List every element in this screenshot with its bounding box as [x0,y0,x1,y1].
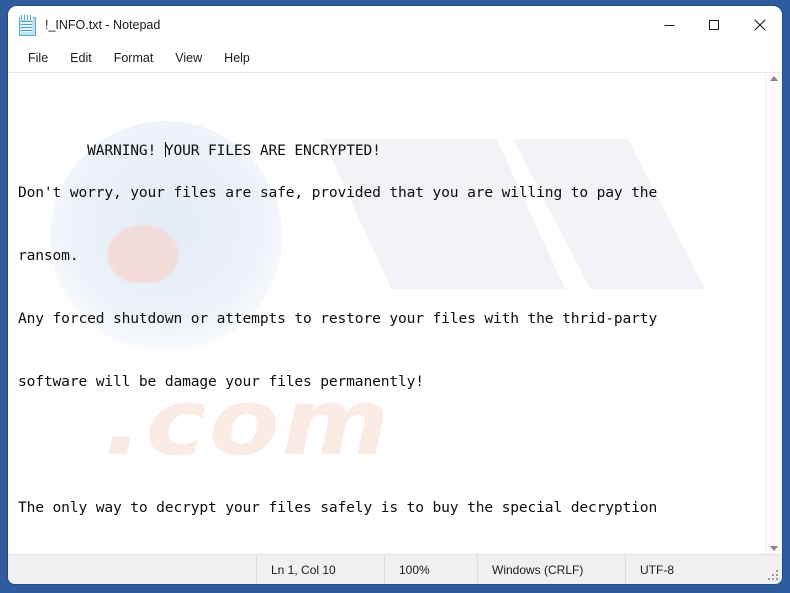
text-line: WARNING! YOUR FILES ARE ENCRYPTED! [18,119,765,159]
menu-item-edit[interactable]: Edit [59,48,103,69]
status-cursor-position: Ln 1, Col 10 [256,555,384,584]
resize-grip-icon[interactable] [768,570,779,581]
minimize-button[interactable] [647,6,692,44]
maximize-button[interactable] [692,6,737,44]
text-line: The only way to decrypt your files safel… [18,499,658,516]
scroll-down-icon[interactable] [770,546,778,551]
text-line-0-pre: WARNING! [87,142,165,159]
window-controls [647,6,782,44]
title-bar-left: !_INFO.txt - Notepad [8,15,161,36]
menu-item-view[interactable]: View [164,48,213,69]
close-button[interactable] [737,6,782,44]
window-title: !_INFO.txt - Notepad [45,18,161,32]
text-editor[interactable]: WARNING! YOUR FILES ARE ENCRYPTED! Don't… [8,73,765,554]
menu-item-format[interactable]: Format [103,48,165,69]
menu-item-file[interactable]: File [17,48,59,69]
text-line: ransom. [18,247,79,264]
status-spacer [8,555,256,584]
menu-item-help[interactable]: Help [213,48,261,69]
vertical-scrollbar[interactable] [765,73,782,554]
status-encoding[interactable]: UTF-8 [625,555,782,584]
status-line-ending[interactable]: Windows (CRLF) [477,555,625,584]
text-line-0-post: YOUR FILES ARE ENCRYPTED! [164,142,381,159]
title-bar[interactable]: !_INFO.txt - Notepad [8,6,782,44]
scroll-up-icon[interactable] [770,76,778,81]
text-line-blank [18,434,765,455]
notepad-icon [18,15,36,36]
text-line: Any forced shutdown or attempts to resto… [18,310,658,327]
text-line: Don't worry, your files are safe, provid… [18,184,658,201]
notepad-window: !_INFO.txt - Notepad File Edit Format Vi… [8,6,782,584]
text-line: software will be damage your files perma… [18,373,424,390]
menu-bar: File Edit Format View Help [8,44,782,72]
status-bar: Ln 1, Col 10 100% Windows (CRLF) UTF-8 [8,554,782,584]
editor-area: .com WARNING! YOUR FILES ARE ENCRYPTED! … [8,72,782,554]
status-zoom-level[interactable]: 100% [384,555,477,584]
